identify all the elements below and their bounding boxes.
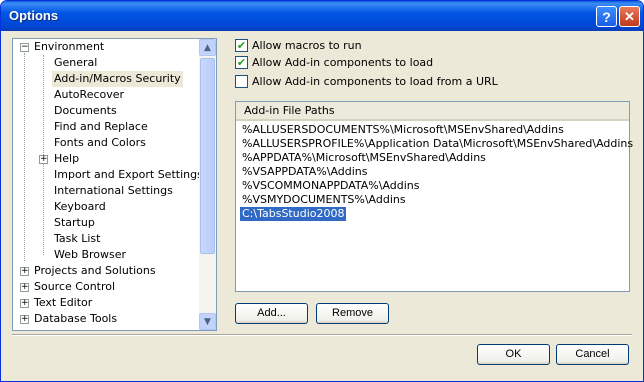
tree-item-find-and-replace[interactable]: Find and Replace	[54, 119, 148, 135]
scroll-thumb[interactable]	[200, 58, 215, 254]
allow-addins-option[interactable]: ✔ Allow Add-in components to load	[235, 54, 433, 70]
tree-item-task-list[interactable]: Task List	[54, 231, 100, 247]
remove-button[interactable]: Remove	[316, 303, 389, 324]
help-button[interactable]: ?	[596, 6, 617, 27]
add-button[interactable]: Add...	[235, 303, 308, 324]
tree-item-general[interactable]: General	[54, 55, 97, 71]
path-item[interactable]: %ALLUSERSDOCUMENTS%\Microsoft\MSEnvShare…	[242, 123, 564, 137]
tree-scrollbar[interactable]: ▲ ▼	[199, 39, 216, 330]
window-title: Options	[9, 8, 59, 23]
collapse-icon[interactable]: −	[20, 43, 29, 52]
paths-column-header[interactable]: Add-in File Paths	[236, 102, 629, 121]
scroll-up-icon[interactable]: ▲	[199, 39, 216, 56]
cancel-button[interactable]: Cancel	[556, 344, 629, 365]
close-button[interactable]: ✕	[619, 6, 640, 27]
path-item[interactable]: %VSMYDOCUMENTS%\Addins	[242, 193, 406, 207]
allow-macros-label: Allow macros to run	[252, 38, 362, 52]
tree-item-keyboard[interactable]: Keyboard	[54, 199, 106, 215]
allow-addins-label: Allow Add-in components to load	[252, 55, 434, 69]
allow-addins-url-label: Allow Add-in components to load from a U…	[252, 74, 498, 88]
path-item[interactable]: %VSAPPDATA%\Addins	[242, 165, 368, 179]
scroll-down-icon[interactable]: ▼	[199, 313, 216, 330]
tree-connector	[24, 53, 25, 261]
allow-addins-url-checkbox[interactable]	[235, 74, 248, 88]
ok-button[interactable]: OK	[477, 344, 550, 365]
path-item[interactable]: %ALLUSERSPROFILE%\Application Data\Micro…	[242, 137, 633, 151]
tree-item-web-browser[interactable]: Web Browser	[54, 247, 126, 263]
expand-icon[interactable]: +	[20, 315, 29, 324]
allow-macros-option[interactable]: ✔ Allow macros to run	[235, 37, 362, 53]
options-tree[interactable]: − Environment General Add-in/Macros Secu…	[12, 38, 217, 331]
allow-addins-checkbox[interactable]: ✔	[235, 55, 248, 69]
tree-item-projects-and-solutions[interactable]: Projects and Solutions	[34, 263, 156, 279]
expand-icon[interactable]: +	[39, 155, 48, 164]
addin-paths-list[interactable]: Add-in File Paths %ALLUSERSDOCUMENTS%\Mi…	[235, 101, 633, 292]
allow-addins-url-option[interactable]: Allow Add-in components to load from a U…	[235, 73, 498, 89]
tree-item-fonts-and-colors[interactable]: Fonts and Colors	[54, 135, 146, 151]
tree-item-documents[interactable]: Documents	[54, 103, 117, 119]
allow-macros-checkbox[interactable]: ✔	[235, 38, 248, 52]
expand-icon[interactable]: +	[20, 267, 29, 276]
tree-item-source-control[interactable]: Source Control	[34, 279, 115, 295]
tree-item-import-export-settings[interactable]: Import and Export Settings	[54, 167, 203, 183]
path-item-selected[interactable]: C:\TabsStudio2008	[240, 207, 347, 221]
tree-item-text-editor[interactable]: Text Editor	[34, 295, 92, 311]
options-dialog: Options ? ✕ − Environment General Add-in…	[0, 0, 644, 382]
tree-item-startup[interactable]: Startup	[54, 215, 95, 231]
tree-item-international-settings[interactable]: International Settings	[54, 183, 173, 199]
expand-icon[interactable]: +	[20, 299, 29, 308]
tree-item-database-tools[interactable]: Database Tools	[34, 311, 117, 327]
separator	[12, 334, 632, 336]
tree-item-environment[interactable]: Environment	[34, 39, 104, 55]
expand-icon[interactable]: +	[20, 283, 29, 292]
path-item[interactable]: %APPDATA%\Microsoft\MSEnvShared\Addins	[242, 151, 486, 165]
tree-item-addin-macros-security[interactable]: Add-in/Macros Security	[52, 71, 183, 87]
title-bar[interactable]: Options ? ✕	[1, 1, 643, 31]
tree-item-autorecover[interactable]: AutoRecover	[54, 87, 124, 103]
path-item[interactable]: %VSCOMMONAPPDATA%\Addins	[242, 179, 420, 193]
tree-item-help[interactable]: Help	[54, 151, 79, 167]
